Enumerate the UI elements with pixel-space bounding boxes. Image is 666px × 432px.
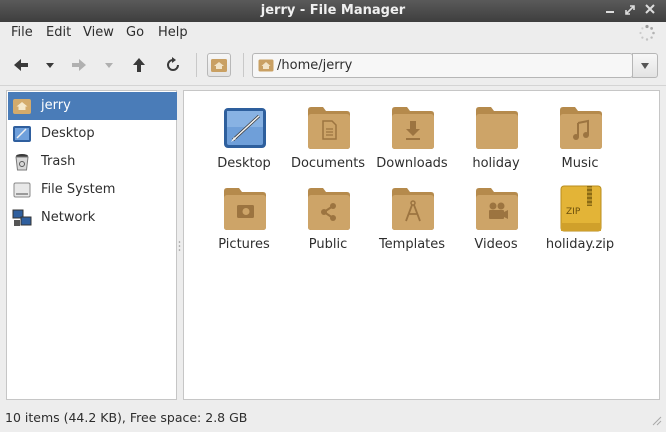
sidebar-item-label: File System xyxy=(41,182,116,197)
trash-icon xyxy=(12,152,32,172)
file-item-holiday[interactable]: holiday xyxy=(456,104,536,180)
up-button[interactable] xyxy=(128,54,150,76)
reload-button[interactable] xyxy=(162,54,184,76)
file-item-label: Videos xyxy=(474,237,518,252)
maximize-button[interactable] xyxy=(622,3,638,19)
back-history-dropdown[interactable] xyxy=(39,54,61,76)
file-item-documents[interactable]: Documents xyxy=(288,104,368,180)
location-dropdown-button[interactable] xyxy=(632,53,658,78)
desktop-folder-icon xyxy=(223,104,267,152)
file-item-label: Desktop xyxy=(217,156,271,171)
file-item-label: holiday xyxy=(472,156,520,171)
resize-grip-icon[interactable] xyxy=(650,414,662,426)
title-bar: jerry - File Manager xyxy=(0,0,666,22)
file-item-holiday-zip[interactable]: ZIP holiday.zip xyxy=(540,185,620,261)
file-item-label: holiday.zip xyxy=(545,237,615,252)
arrow-left-icon xyxy=(14,59,28,71)
home-button[interactable] xyxy=(207,53,231,77)
places-sidebar: jerry Desktop Trash File System Network xyxy=(6,90,177,400)
pictures-folder-icon xyxy=(223,185,267,233)
file-item-label: Public xyxy=(308,237,348,252)
refresh-icon xyxy=(167,57,179,71)
minimize-button[interactable] xyxy=(602,3,618,19)
sidebar-item-network[interactable]: Network xyxy=(8,204,177,232)
home-folder-icon xyxy=(211,59,227,72)
sidebar-item-file-system[interactable]: File System xyxy=(8,176,177,204)
arrow-right-icon xyxy=(72,59,86,71)
sidebar-item-label: Trash xyxy=(41,154,76,169)
menu-go[interactable]: Go xyxy=(126,25,144,40)
forward-history-dropdown[interactable] xyxy=(98,54,120,76)
file-item-desktop[interactable]: Desktop xyxy=(204,104,284,180)
file-item-label: Templates xyxy=(378,237,446,252)
sidebar-item-label: jerry xyxy=(41,98,71,113)
file-item-label: Music xyxy=(561,156,599,171)
menu-bar: File Edit View Go Help xyxy=(0,22,666,44)
music-folder-icon xyxy=(559,104,603,152)
pane-resize-handle[interactable] xyxy=(178,240,181,252)
home-folder-icon xyxy=(258,58,274,77)
file-item-videos[interactable]: Videos xyxy=(456,185,536,261)
menu-help[interactable]: Help xyxy=(158,25,188,40)
file-item-pictures[interactable]: Pictures xyxy=(204,185,284,261)
folder-icon xyxy=(475,104,519,152)
file-item-public[interactable]: Public xyxy=(288,185,368,261)
file-icon-view: Desktop Documents Downloads holiday Musi… xyxy=(183,90,660,400)
downloads-folder-icon xyxy=(391,104,435,152)
file-manager-window: jerry - File Manager File Edit View Go H… xyxy=(0,0,666,432)
file-item-music[interactable]: Music xyxy=(540,104,620,180)
arrow-up-icon xyxy=(133,58,145,72)
sidebar-item-label: Desktop xyxy=(41,126,95,141)
activity-spinner-icon xyxy=(638,24,656,42)
location-path: /home/jerry xyxy=(277,58,353,73)
public-folder-icon xyxy=(307,185,351,233)
menu-view[interactable]: View xyxy=(83,25,114,40)
toolbar-separator xyxy=(196,53,197,77)
chevron-down-icon xyxy=(46,63,54,68)
sidebar-item-label: Network xyxy=(41,210,96,225)
toolbar: /home/jerry xyxy=(0,44,666,86)
videos-folder-icon xyxy=(475,185,519,233)
svg-text:ZIP: ZIP xyxy=(566,207,581,217)
file-item-label: Pictures xyxy=(218,237,270,252)
drive-icon xyxy=(12,180,32,200)
documents-folder-icon xyxy=(307,104,351,152)
sidebar-item-trash[interactable]: Trash xyxy=(8,148,177,176)
chevron-down-icon xyxy=(641,62,649,69)
window-title: jerry - File Manager xyxy=(260,3,406,18)
desktop-icon xyxy=(12,124,32,144)
toolbar-separator xyxy=(243,53,244,77)
home-folder-icon xyxy=(12,96,32,116)
chevron-down-icon xyxy=(105,63,113,68)
network-icon xyxy=(12,208,32,228)
forward-button[interactable] xyxy=(68,54,90,76)
back-button[interactable] xyxy=(10,54,32,76)
templates-folder-icon xyxy=(391,185,435,233)
file-item-downloads[interactable]: Downloads xyxy=(372,104,452,180)
file-item-label: Documents xyxy=(290,156,366,171)
zip-archive-icon: ZIP xyxy=(559,185,603,233)
location-bar[interactable]: /home/jerry xyxy=(252,53,633,78)
sidebar-item-desktop[interactable]: Desktop xyxy=(8,120,177,148)
close-button[interactable] xyxy=(642,3,658,19)
menu-file[interactable]: File xyxy=(11,25,33,40)
file-item-templates[interactable]: Templates xyxy=(372,185,452,261)
menu-edit[interactable]: Edit xyxy=(46,25,71,40)
file-item-label: Downloads xyxy=(376,156,448,171)
status-text: 10 items (44.2 KB), Free space: 2.8 GB xyxy=(5,410,248,425)
status-bar: 10 items (44.2 KB), Free space: 2.8 GB xyxy=(0,402,666,432)
sidebar-item-jerry[interactable]: jerry xyxy=(8,92,177,120)
